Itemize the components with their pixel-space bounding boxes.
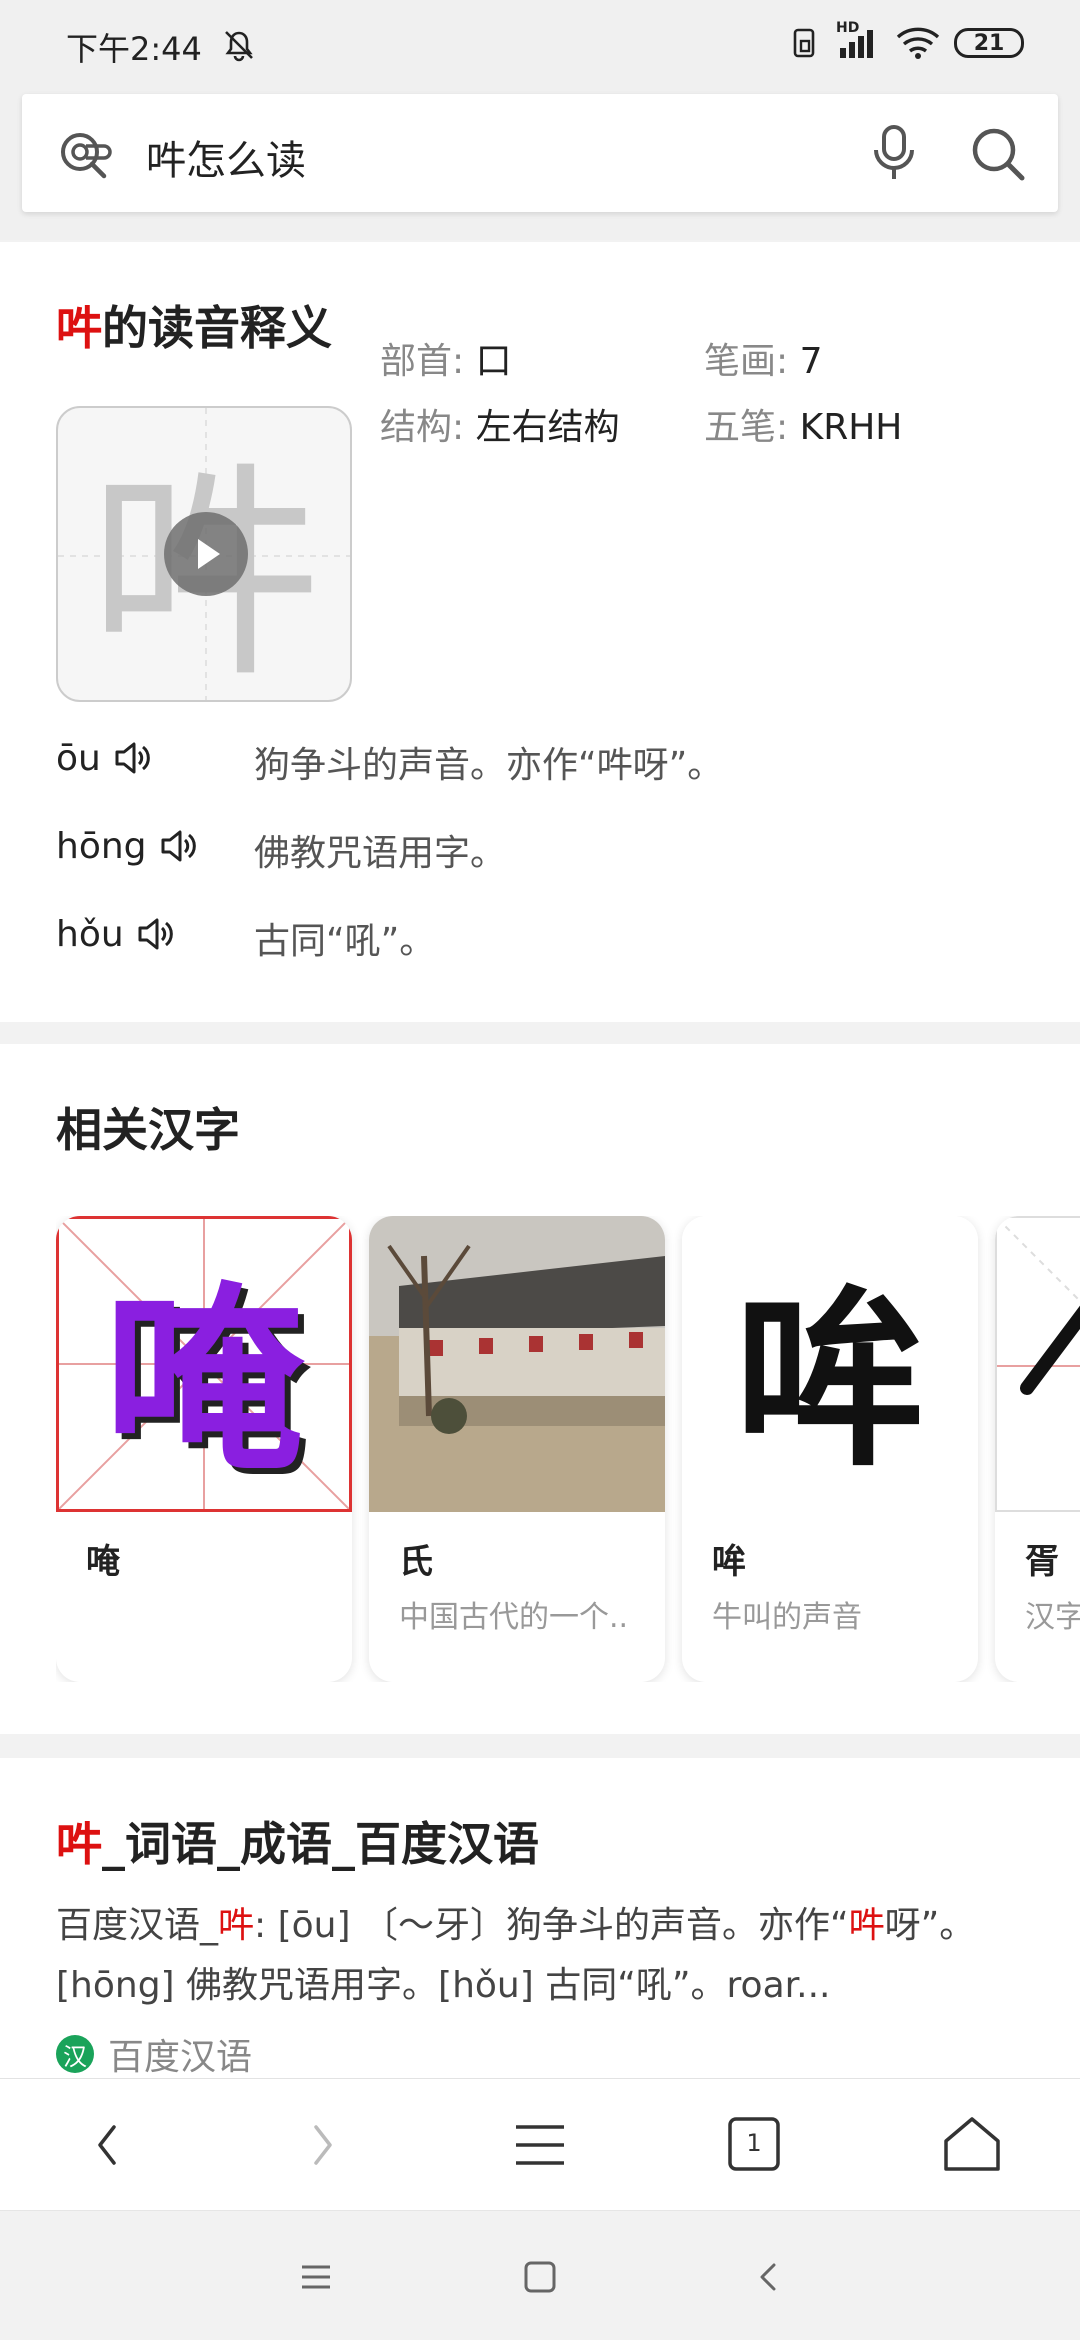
wubi-info: 五笔: KRHH xyxy=(704,398,902,450)
battery-level: 21 xyxy=(973,30,1005,56)
wubi-label: 五笔: xyxy=(704,407,789,448)
source-logo-icon: 汉 xyxy=(56,2035,94,2073)
tile-desc: 牛叫的声音 xyxy=(712,1600,862,1635)
pinyin: ōu xyxy=(56,737,101,779)
pronunciation-row: ōu xyxy=(56,728,153,788)
wifi-icon xyxy=(896,27,940,59)
pronunciation-definition: 狗争斗的声音。亦作“吽呀”。 xyxy=(254,745,724,786)
radical-label: 部首: xyxy=(380,341,465,382)
structure-label: 结构: xyxy=(380,407,465,448)
related-char-tile[interactable]: 唵 唵 xyxy=(56,1216,352,1682)
structure-info: 结构: 左右结构 xyxy=(380,398,620,450)
search-box[interactable]: 吽怎么读 xyxy=(22,94,1058,212)
village-photo xyxy=(369,1216,665,1512)
system-nav-bar xyxy=(0,2210,1080,2340)
tile-name: 哞 xyxy=(712,1542,746,1582)
title-text: 的读音释义 xyxy=(102,301,332,355)
pronunciation-row: hǒu xyxy=(56,904,176,964)
snippet-text: : [ōu] 〔～牙〕狗争斗的声音。亦作“ xyxy=(254,1905,849,1946)
related-title: 相关汉字 xyxy=(56,1103,240,1157)
char-image xyxy=(995,1216,1080,1512)
microphone-icon[interactable] xyxy=(870,124,918,182)
play-icon[interactable] xyxy=(164,512,248,596)
forward-icon[interactable] xyxy=(284,2107,360,2183)
reading-card: 吽的读音释义 吽 部首: 口 笔画: 7 结构: 左右结构 五笔: KRHH ō… xyxy=(0,242,1080,1022)
speaker-icon[interactable] xyxy=(113,738,153,778)
back-icon[interactable] xyxy=(70,2107,146,2183)
char-image: 唵 xyxy=(56,1216,352,1512)
pronunciation-definition: 古同“吼”。 xyxy=(254,921,436,962)
screen-rotate-icon xyxy=(793,28,815,58)
result-title-char: 吽 xyxy=(56,1817,102,1871)
lens-search-icon[interactable] xyxy=(56,128,114,180)
snippet-text: 百度汉语_ xyxy=(56,1905,219,1946)
snippet-highlight: 吽 xyxy=(848,1905,885,1946)
tabs-button[interactable]: 1 xyxy=(716,2107,792,2183)
bell-muted-icon xyxy=(225,31,253,62)
source-name: 百度汉语 xyxy=(108,2037,253,2078)
speaker-icon[interactable] xyxy=(136,914,176,954)
search-icon[interactable] xyxy=(970,126,1026,182)
related-char-tile[interactable]: 氏 中国古代的一个.. xyxy=(369,1216,665,1682)
tile-name: 胥 xyxy=(1025,1542,1059,1582)
pronunciation-row: hōng xyxy=(56,816,199,876)
tile-desc: 汉字 xyxy=(1025,1600,1080,1635)
structure-value: 左右结构 xyxy=(475,407,620,448)
status-bar: 下午2:44 HD 21 xyxy=(0,0,1080,76)
pronunciation-definition: 佛教咒语用字。 xyxy=(254,833,507,874)
snippet-text: 呀”。 xyxy=(884,1905,976,1946)
related-char-tile[interactable]: 哞 哞 牛叫的声音 xyxy=(682,1216,978,1682)
radical-info: 部首: 口 xyxy=(380,332,512,384)
menu-icon[interactable] xyxy=(502,2107,578,2183)
title-char: 吽 xyxy=(56,301,102,355)
pinyin: hǒu xyxy=(56,913,124,955)
stroke-animation-player[interactable]: 吽 xyxy=(56,406,352,702)
search-input[interactable]: 吽怎么读 xyxy=(146,128,306,186)
char-image: 哞 xyxy=(682,1216,978,1512)
recents-icon[interactable] xyxy=(292,2253,340,2301)
tile-name: 唵 xyxy=(86,1542,120,1582)
status-time: 下午2:44 xyxy=(66,30,202,68)
tabs-count: 1 xyxy=(746,2129,762,2157)
tile-desc: 中国古代的一个.. xyxy=(399,1600,629,1635)
result-source: 汉 百度汉语 xyxy=(56,2028,252,2080)
battery-icon: 21 xyxy=(954,28,1024,58)
browser-toolbar: 1 xyxy=(0,2078,1080,2210)
search-result-card[interactable]: 吽_词语_成语_百度汉语 百度汉语_吽: [ōu] 〔～牙〕狗争斗的声音。亦作“… xyxy=(0,1758,1080,2078)
home-icon[interactable] xyxy=(934,2107,1010,2183)
result-title-link[interactable]: 吽_词语_成语_百度汉语 xyxy=(56,1808,539,1874)
search-bar-container: 吽怎么读 xyxy=(0,76,1080,240)
strokes-label: 笔画: xyxy=(704,341,789,382)
related-chars-card: 相关汉字 唵 唵 氏 中国古代的一个.. 哞 哞 牛叫的声音 胥 汉字 xyxy=(0,1044,1080,1734)
signal-icon: HD xyxy=(836,20,882,60)
wubi-value: KRHH xyxy=(799,407,903,448)
related-chars-carousel[interactable]: 唵 唵 氏 中国古代的一个.. 哞 哞 牛叫的声音 胥 汉字 xyxy=(56,1216,1080,1682)
result-title-text: _词语_成语_百度汉语 xyxy=(102,1817,539,1871)
snippet-highlight: 吽 xyxy=(218,1905,255,1946)
result-snippet-line: [hōng] 佛教咒语用字。[hǒu] 古同“吼”。roar... xyxy=(56,1965,831,2006)
status-icons: HD 21 xyxy=(792,20,1024,60)
reading-title: 吽的读音释义 xyxy=(56,292,332,358)
back-triangle-icon[interactable] xyxy=(744,2253,792,2301)
tile-name: 氏 xyxy=(399,1542,433,1582)
calligraphy-glyph: 哞 xyxy=(734,1268,925,1492)
result-snippet-line: 百度汉语_吽: [ōu] 〔～牙〕狗争斗的声音。亦作“吽呀”。 xyxy=(56,1896,975,1948)
home-square-icon[interactable] xyxy=(516,2253,564,2301)
radical-value: 口 xyxy=(475,341,512,382)
pinyin: hōng xyxy=(56,825,147,867)
speaker-icon[interactable] xyxy=(159,826,199,866)
char-glyph-purple: 唵 xyxy=(103,1266,304,1499)
strokes-value: 7 xyxy=(799,341,823,382)
related-char-tile[interactable]: 胥 汉字 xyxy=(995,1216,1080,1682)
strokes-info: 笔画: 7 xyxy=(704,332,823,384)
